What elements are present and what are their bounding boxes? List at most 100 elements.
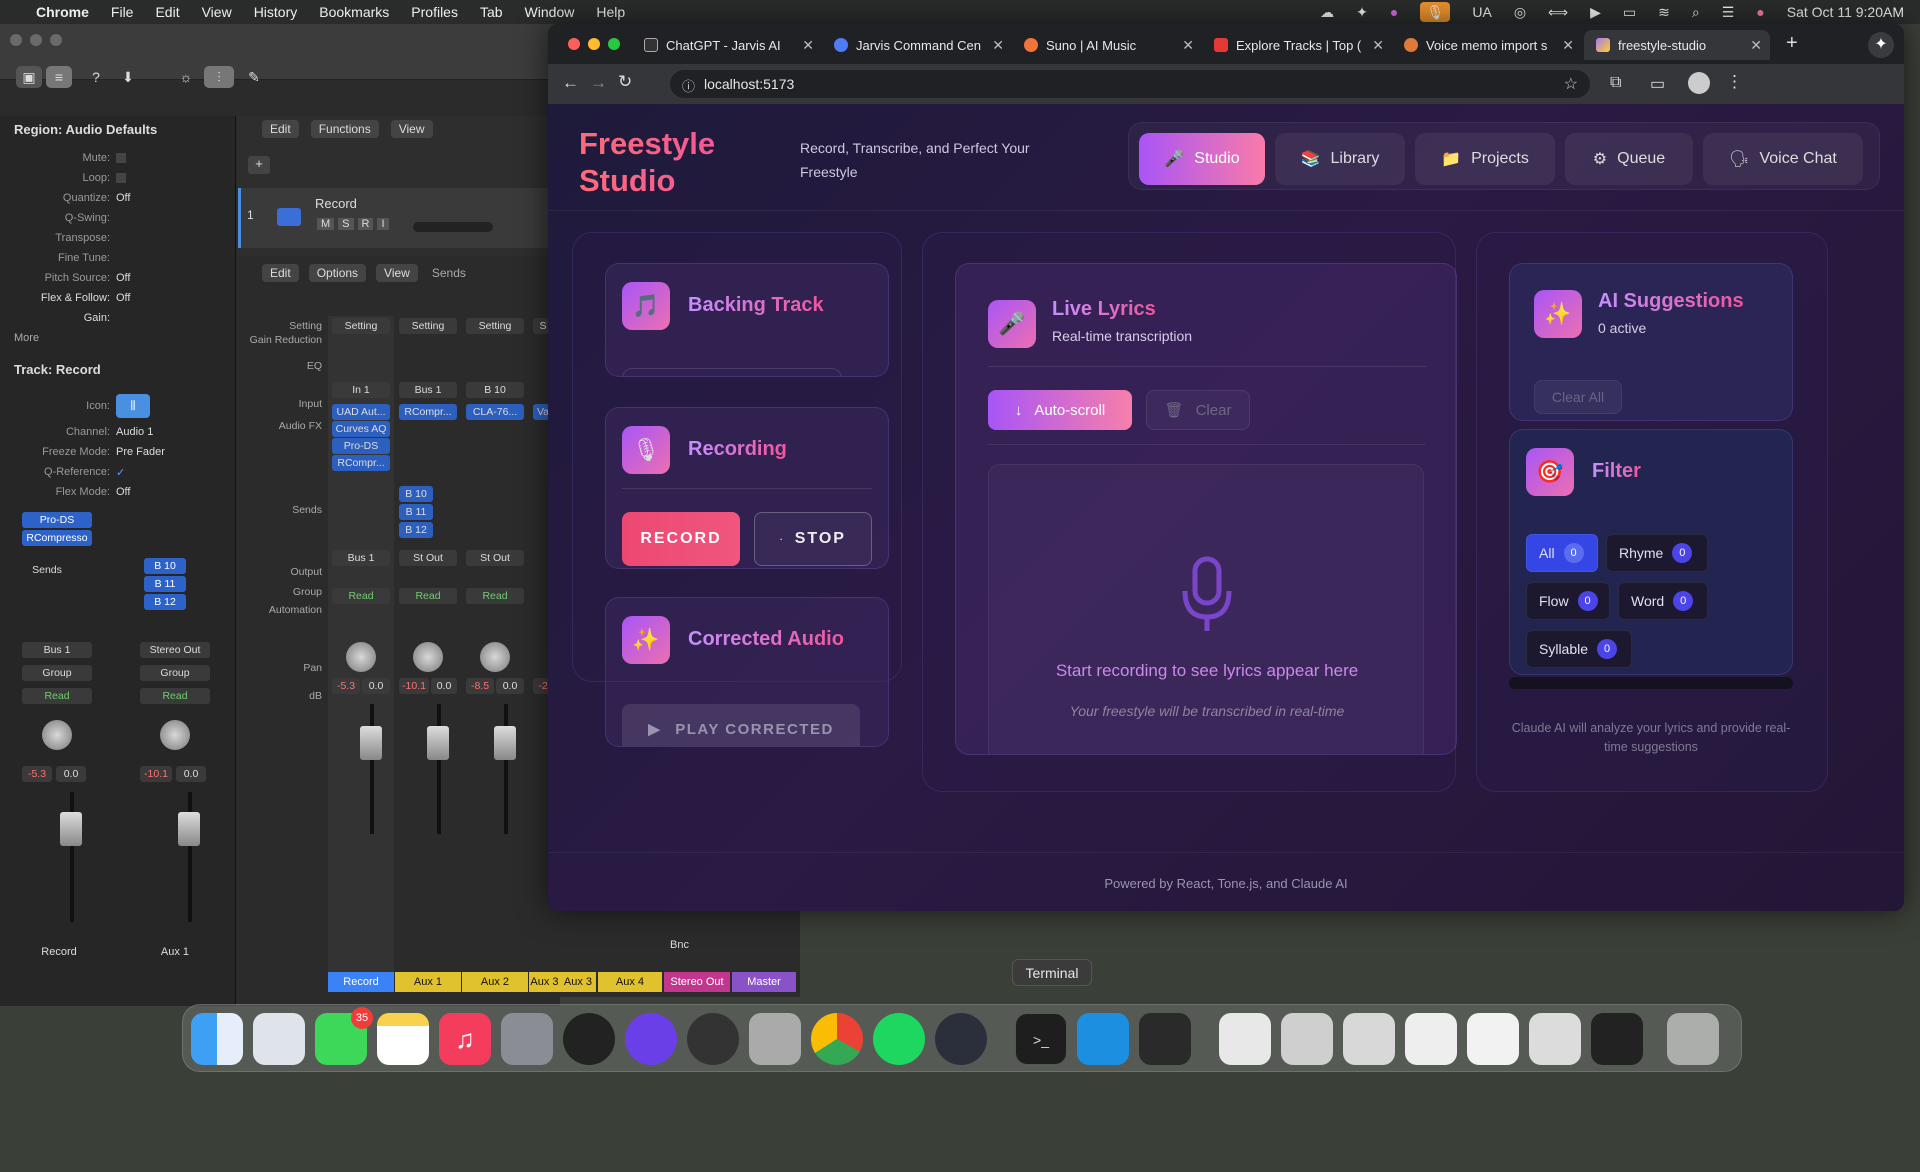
setting-slot[interactable]: Setting	[332, 318, 390, 334]
add-track-icon[interactable]: +	[248, 156, 270, 174]
mute-button[interactable]: M	[317, 218, 335, 230]
strip-label-aux4[interactable]: Aux 4	[598, 972, 662, 992]
mixer-options-menu[interactable]: Options	[308, 264, 367, 282]
electron-icon[interactable]	[935, 1013, 987, 1065]
menu-window[interactable]: Window	[525, 4, 575, 20]
output-slot[interactable]: Bus 1	[22, 642, 92, 658]
strip-label-aux3[interactable]: Aux 3	[560, 972, 596, 992]
fx-slot[interactable]: RCompr...	[332, 455, 390, 471]
extensions-icon[interactable]: ⧉	[1610, 74, 1621, 92]
autoscroll-button[interactable]: ↓ Auto-scroll	[988, 390, 1132, 430]
record-button[interactable]: R	[357, 218, 374, 230]
nav-voice-chat[interactable]: 🗣 Voice Chat	[1703, 133, 1863, 185]
mixer-toggle-icon[interactable]: ⫶	[204, 66, 234, 88]
window-max-icon[interactable]	[608, 38, 620, 50]
strip-name[interactable]: Record	[14, 946, 104, 958]
group-slot[interactable]: Group	[140, 665, 210, 681]
functions-menu[interactable]: Functions	[310, 120, 379, 138]
input-source-label[interactable]: UA	[1472, 4, 1491, 20]
tab-close-icon[interactable]: ✕	[1182, 37, 1194, 54]
download-icon[interactable]: ⬇	[116, 66, 140, 88]
strip-label-master[interactable]: Master	[732, 972, 796, 992]
terminal-icon[interactable]: >_	[1015, 1013, 1067, 1065]
solo-button[interactable]: S	[338, 218, 354, 230]
strip-label-record[interactable]: Record	[328, 972, 394, 992]
track-value[interactable]: Audio 1	[116, 426, 153, 438]
output-slot[interactable]: Bus 1	[332, 550, 390, 566]
menu-help[interactable]: Help	[596, 4, 625, 20]
more-disclosure[interactable]: More	[14, 332, 39, 344]
mic-recording-icon[interactable]: 🎙	[1420, 2, 1451, 22]
gemini-icon[interactable]: ✦	[1868, 32, 1894, 58]
clear-button[interactable]: 🗑 Clear	[1146, 390, 1250, 430]
menu-profiles[interactable]: Profiles	[411, 4, 458, 20]
pan-knob[interactable]	[42, 720, 72, 750]
track-header-row[interactable]: 1 Record M S R I	[238, 188, 560, 248]
track-volume-slider[interactable]	[413, 222, 493, 232]
menu-history[interactable]: History	[254, 4, 298, 20]
nav-library[interactable]: 📚 Library	[1275, 133, 1405, 185]
fx-slot[interactable]: Curves AQ	[332, 421, 390, 437]
audio-app-icon[interactable]	[1139, 1013, 1191, 1065]
tab-close-icon[interactable]: ✕	[1562, 37, 1574, 54]
fx-slot[interactable]: Pro-DS	[22, 512, 92, 528]
clear-all-button[interactable]: Clear All	[1534, 380, 1622, 414]
automation-slot[interactable]: Read	[466, 588, 524, 604]
loop-checkbox[interactable]	[116, 173, 126, 183]
tab-explore-tracks[interactable]: Explore Tracks | Top (✕	[1202, 30, 1392, 60]
siri-icon[interactable]: ●	[1756, 4, 1764, 20]
window-close-icon[interactable]	[10, 34, 22, 46]
system-settings-icon[interactable]	[501, 1013, 553, 1065]
send-slot[interactable]: B 10	[144, 558, 186, 574]
arc-browser-icon[interactable]	[625, 1013, 677, 1065]
mute-checkbox[interactable]	[116, 153, 126, 163]
filter-chip-word[interactable]: Word 0	[1618, 582, 1708, 620]
setting-slot[interactable]: Setting	[466, 318, 524, 334]
strip-label-aux2[interactable]: Aux 2	[462, 972, 528, 992]
track-value[interactable]: Pre Fader	[116, 446, 165, 458]
library-toggle-icon[interactable]: ▣	[16, 66, 42, 88]
pan-knob[interactable]	[480, 642, 510, 672]
mainstage-icon[interactable]	[687, 1013, 739, 1065]
output-slot[interactable]: Stereo Out	[140, 642, 210, 658]
play-icon[interactable]: ▶	[1590, 4, 1601, 21]
inspector-toggle-icon[interactable]: ≡	[46, 66, 72, 88]
strip-label-stereo-out[interactable]: Stereo Out	[664, 972, 730, 992]
input-slot[interactable]: B 10	[466, 382, 524, 398]
filter-chip-syllable[interactable]: Syllable 0	[1526, 630, 1632, 668]
launchpad-icon[interactable]	[253, 1013, 305, 1065]
url-bar[interactable]: ⓘ localhost:5173 ☆	[670, 70, 1590, 98]
volume-fader[interactable]	[494, 726, 516, 760]
mixer-sends-menu[interactable]: Sends	[428, 264, 470, 282]
menu-file[interactable]: File	[111, 4, 134, 20]
track-name[interactable]: Record	[315, 196, 357, 211]
tab-voice-memo[interactable]: Voice memo import s ✕	[1392, 30, 1582, 60]
automation-slot[interactable]: Read	[22, 688, 92, 704]
pan-knob[interactable]	[160, 720, 190, 750]
filter-chip-rhyme[interactable]: Rhyme 0	[1606, 534, 1708, 572]
lyrics-display[interactable]: Start recording to see lyrics appear her…	[988, 464, 1424, 754]
automation-slot[interactable]: Read	[332, 588, 390, 604]
bookmark-star-icon[interactable]: ☆	[1564, 74, 1578, 94]
help-icon[interactable]: ?	[84, 66, 108, 88]
control-center-icon[interactable]: ☰	[1722, 4, 1735, 21]
edit-menu[interactable]: Edit	[262, 120, 299, 138]
track-header[interactable]: Track: Record	[14, 362, 101, 377]
brightness-icon[interactable]: ☼	[174, 66, 198, 88]
region-value[interactable]: Off	[116, 292, 130, 304]
logic-pro-icon[interactable]	[563, 1013, 615, 1065]
window-max-icon[interactable]	[50, 34, 62, 46]
window-thumb-icon[interactable]	[1467, 1013, 1519, 1065]
nav-projects[interactable]: 📁 Projects	[1415, 133, 1555, 185]
profile-avatar[interactable]	[1688, 72, 1710, 94]
music-icon[interactable]: ♫	[439, 1013, 491, 1065]
messages-icon[interactable]: 35	[315, 1007, 373, 1065]
automation-slot[interactable]: Read	[399, 588, 457, 604]
filter-chip-all[interactable]: All 0	[1526, 534, 1598, 572]
more-menu-icon[interactable]: ⋮	[1726, 72, 1743, 92]
fx-slot[interactable]: CLA-76...	[466, 404, 524, 420]
finder-icon[interactable]	[191, 1013, 243, 1065]
tab-close-icon[interactable]: ✕	[802, 37, 814, 54]
music-folder-icon[interactable]	[1219, 1013, 1271, 1065]
strip-label-aux1[interactable]: Aux 1	[395, 972, 461, 992]
